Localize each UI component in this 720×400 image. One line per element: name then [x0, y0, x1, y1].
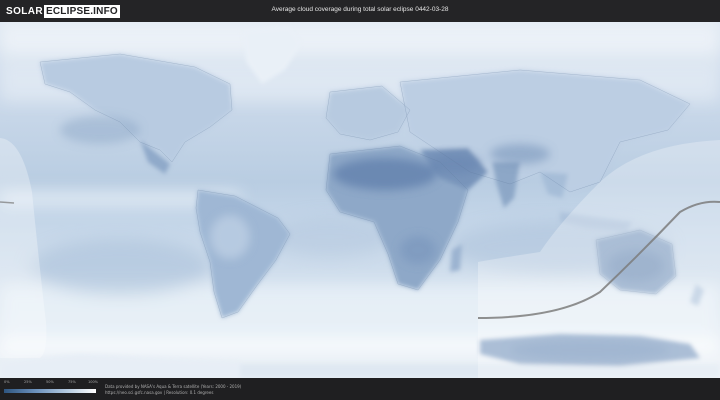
legend-tick: 50%	[46, 380, 54, 384]
data-source-link[interactable]: https://neo.sci.gsfc.nasa.gov | Resoluti…	[105, 390, 213, 395]
legend-tick: 100%	[88, 380, 99, 384]
legend-gradient-bar	[4, 389, 96, 393]
legend-tick: 75%	[68, 380, 76, 384]
footer-bar: 0% 25% 50% 75% 100% Data provided by NAS…	[0, 378, 720, 400]
sahara-clear	[333, 158, 437, 190]
legend-ticks: 0% 25% 50% 75% 100%	[4, 380, 99, 386]
data-credit: Data provided by NASA's Aqua & Terra sat…	[105, 384, 242, 389]
map-canvas	[0, 22, 720, 378]
eclipse-path-west	[0, 201, 15, 204]
map-title: Average cloud coverage during total sola…	[271, 6, 449, 13]
cloud-coverage-map	[0, 22, 720, 378]
legend-tick: 0%	[4, 380, 10, 384]
header-bar: SOLAR ECLIPSE.INFO Average cloud coverag…	[0, 0, 720, 22]
legend-tick: 25%	[24, 380, 32, 384]
